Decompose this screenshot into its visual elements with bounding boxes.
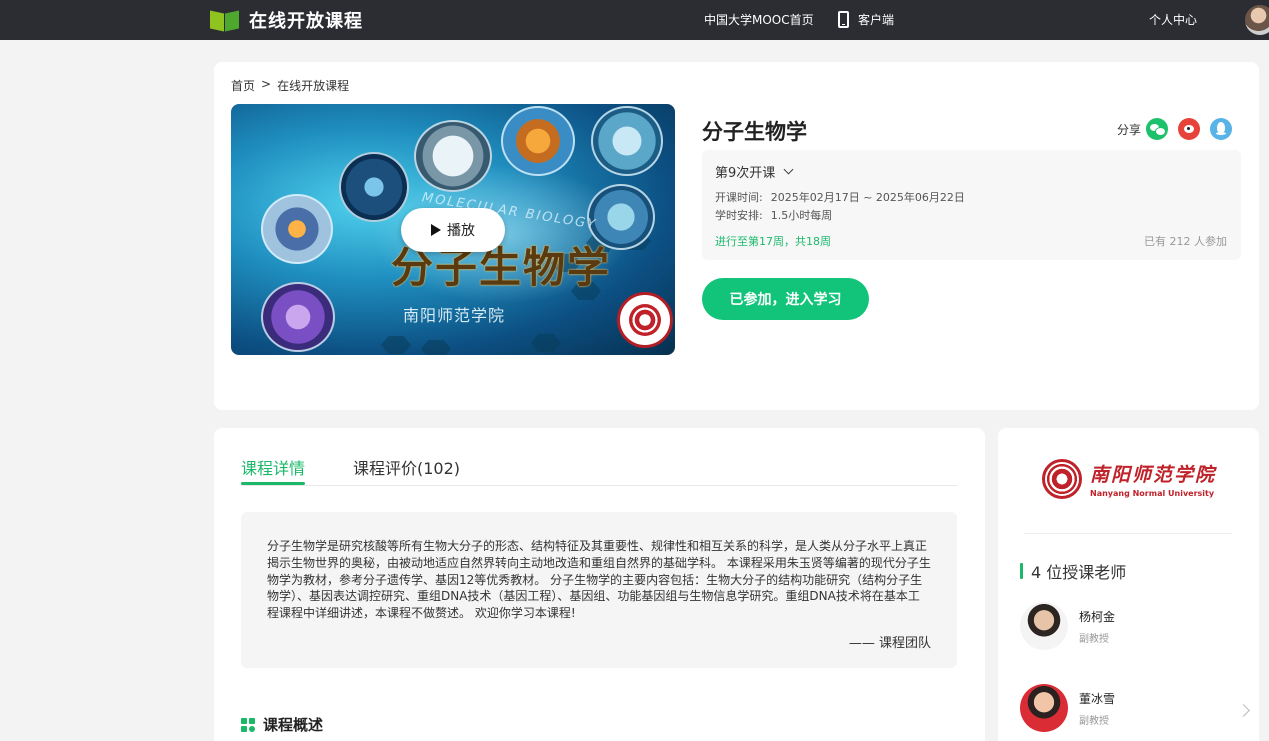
breadcrumb: 首页 > 在线开放课程: [231, 77, 349, 94]
section-overview-heading: 课程概述: [241, 714, 323, 735]
chevron-down-icon: [783, 164, 794, 175]
cover-subtitle: 南阳师范学院: [403, 306, 506, 325]
course-cover-video[interactable]: MOLECULAR BIOLOGY 分子生物学 南阳师范学院 播放: [231, 104, 675, 355]
term-selector[interactable]: 第9次开课: [715, 162, 794, 181]
teacher-item[interactable]: 董冰雪 副教授: [1020, 684, 1115, 732]
cell-image-2: [591, 106, 663, 176]
user-avatar[interactable]: [1245, 5, 1269, 35]
neuron-image: [339, 152, 409, 222]
nav-client-label: 客户端: [858, 13, 895, 27]
nav-client-link[interactable]: 客户端: [838, 11, 894, 28]
teacher-title: 副教授: [1079, 633, 1109, 645]
school-logo[interactable]: 南阳师范学院 Nanyang Normal University: [1042, 459, 1216, 499]
play-icon: [431, 224, 441, 236]
weibo-icon[interactable]: [1178, 118, 1201, 140]
dna-image: [261, 282, 335, 352]
course-intro-text: 分子生物学是研究核酸等所有生物大分子的形态、结构特征及其重要性、规律性和相互关系…: [267, 539, 931, 621]
course-intro-signature: —— 课程团队: [848, 636, 931, 651]
teacher-name: 杨柯金: [1079, 609, 1116, 624]
play-label: 播放: [447, 223, 475, 239]
qq-icon[interactable]: [1210, 118, 1233, 140]
school-teacher-card: 南阳师范学院 Nanyang Normal University 4 位授课老师…: [998, 428, 1259, 741]
term-label: 第9次开课: [715, 166, 776, 181]
teacher-avatar: [1020, 602, 1068, 650]
breadcrumb-current[interactable]: 在线开放课程: [277, 77, 349, 94]
progress-text: 进行至第17周，共18周: [715, 235, 831, 248]
school-name-en: Nanyang Normal University: [1090, 489, 1215, 498]
pills-image: [261, 194, 333, 264]
logo-book-icon: [210, 10, 241, 32]
cell-image: [501, 106, 575, 176]
teacher-title: 副教授: [1079, 715, 1109, 727]
participant-count: 已有 212 人参加: [1144, 235, 1227, 248]
tab-course-details[interactable]: 课程详情: [241, 455, 306, 485]
school-name-cn: 南阳师范学院: [1090, 464, 1217, 486]
term-schedule: 学时安排: 1.5小时每周: [715, 209, 833, 222]
nav-mooc-home-link[interactable]: 中国大学MOOC首页: [704, 11, 814, 28]
course-title: 分子生物学: [702, 120, 807, 144]
breadcrumb-home[interactable]: 首页: [231, 77, 255, 94]
tab-course-reviews[interactable]: 课程评价(102): [353, 455, 460, 479]
top-navbar: 在线开放课程 中国大学MOOC首页 客户端 个人中心: [0, 0, 1269, 40]
logo-text: 在线开放课程: [249, 11, 363, 32]
breadcrumb-separator: >: [261, 77, 272, 91]
term-time: 开课时间: 2025年02月17日 ~ 2025年06月22日: [715, 191, 965, 204]
chevron-right-icon[interactable]: [1237, 704, 1250, 717]
microscope-image: [414, 120, 492, 192]
grid-icon: [241, 717, 255, 732]
enter-study-button[interactable]: 已参加，进入学习: [702, 278, 869, 320]
school-seal-icon: [617, 292, 673, 348]
share-bar: 分享: [1117, 118, 1233, 140]
course-intro-box: 分子生物学是研究核酸等所有生物大分子的形态、结构特征及其重要性、规律性和相互关系…: [241, 512, 957, 668]
divider: [1024, 533, 1232, 534]
course-detail-card: 课程详情 课程评价(102) 分子生物学是研究核酸等所有生物大分子的形态、结构特…: [214, 428, 985, 741]
teachers-heading: 4 位授课老师: [1020, 559, 1126, 583]
share-label: 分享: [1117, 122, 1142, 137]
phone-icon: [838, 11, 849, 28]
play-button[interactable]: 播放: [401, 208, 505, 252]
term-info-panel: 第9次开课 开课时间: 2025年02月17日 ~ 2025年06月22日 学时安…: [702, 150, 1241, 260]
teacher-name: 董冰雪: [1079, 691, 1116, 706]
wechat-icon[interactable]: [1146, 118, 1169, 140]
school-emblem-icon: [1042, 459, 1082, 499]
nav-user-center-link[interactable]: 个人中心: [1149, 11, 1197, 28]
course-header-card: 首页 > 在线开放课程 MOLECULAR BIOLOGY 分子生物学 南阳师范…: [214, 62, 1259, 410]
detail-tabs: 课程详情 课程评价(102): [241, 428, 957, 486]
teacher-avatar: [1020, 684, 1068, 732]
site-logo[interactable]: 在线开放课程: [210, 7, 363, 33]
teacher-item[interactable]: 杨柯金 副教授: [1020, 602, 1115, 650]
